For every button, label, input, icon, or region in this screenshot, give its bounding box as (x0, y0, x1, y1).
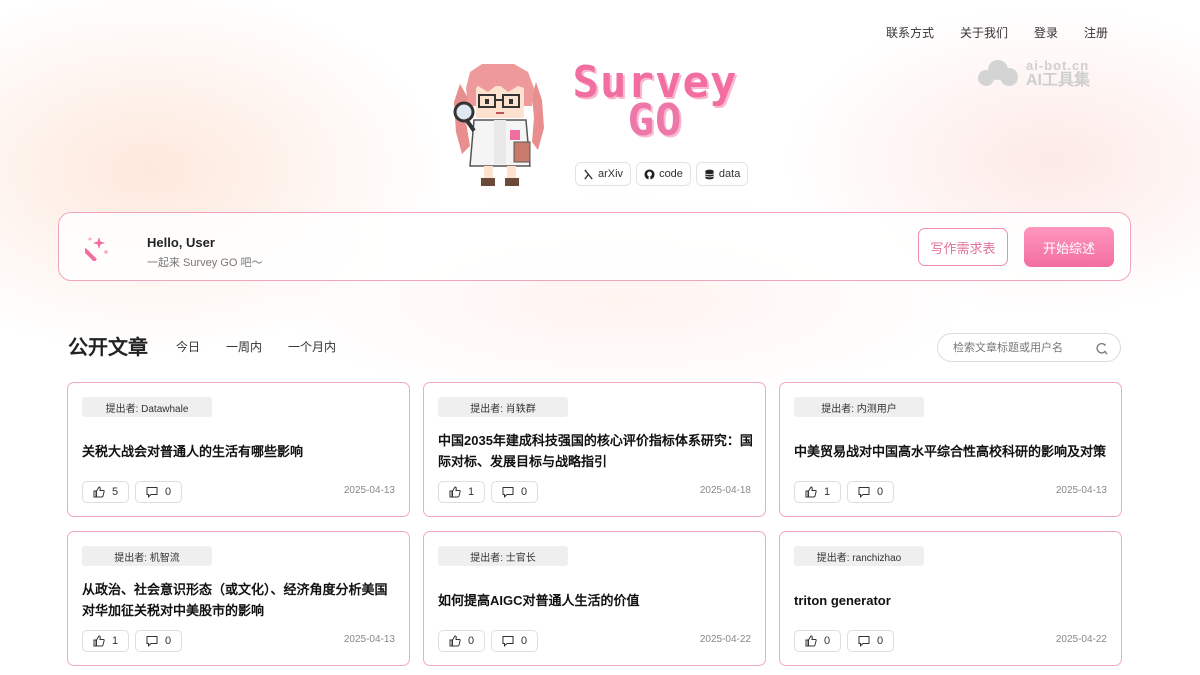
comment-button[interactable]: 0 (135, 630, 183, 652)
thumbs-up-icon (93, 635, 105, 647)
author-tag: 提出者: 内测用户 (794, 397, 924, 417)
writing-form-button[interactable]: 写作需求表 (918, 228, 1008, 266)
search-box (937, 333, 1121, 362)
page: 联系方式 关于我们 登录 注册 ai-bot.cn AI工具集 Survey G… (0, 0, 1200, 675)
article-date: 2025-04-22 (699, 634, 751, 645)
greeting-subtitle: 一起来 Survey GO 吧～ (147, 257, 263, 269)
article-card[interactable]: 提出者: 机智流 从政治、社会意识形态（或文化）、经济角度分析美国对华加征关税对… (67, 531, 410, 666)
like-count: 5 (112, 486, 119, 498)
watermark-cloud-icon (976, 58, 1020, 88)
author-tag: 提出者: 肖轶群 (438, 397, 568, 417)
article-date: 2025-04-13 (343, 634, 395, 645)
thumbs-up-icon (93, 486, 105, 498)
github-icon (644, 168, 655, 180)
start-survey-button[interactable]: 开始综述 (1024, 227, 1114, 267)
like-count: 0 (468, 635, 475, 647)
like-count: 0 (824, 635, 831, 647)
greeting-card: Hello, User 一起来 Survey GO 吧～ 写作需求表 开始综述 (58, 212, 1131, 281)
article-title: 中美贸易战对中国高水平综合性高校科研的影响及对策 (794, 443, 1107, 459)
nav-about-link[interactable]: 关于我们 (960, 24, 1008, 41)
comment-icon (146, 636, 158, 647)
like-count: 1 (468, 486, 475, 498)
code-link[interactable]: code (636, 162, 691, 186)
like-button[interactable]: 1 (438, 481, 486, 503)
comment-icon (858, 487, 870, 498)
code-link-label: code (659, 168, 683, 180)
comment-count: 0 (877, 486, 884, 498)
section-title: 公开文章 (68, 337, 148, 359)
thumbs-up-icon (449, 635, 461, 647)
thumbs-up-icon (805, 635, 817, 647)
article-title: 关税大战会对普通人的生活有哪些影响 (82, 443, 304, 459)
author-tag: 提出者: 士官长 (438, 546, 568, 566)
article-title: triton generator (794, 592, 891, 608)
comment-icon (502, 636, 514, 647)
article-card[interactable]: 提出者: Datawhale 关税大战会对普通人的生活有哪些影响 5 0 202… (67, 382, 410, 517)
search-icon[interactable] (1095, 342, 1108, 355)
comment-button[interactable]: 0 (847, 630, 895, 652)
comment-icon (858, 636, 870, 647)
article-date: 2025-04-13 (343, 485, 395, 496)
filter-week[interactable]: 一周内 (226, 338, 262, 355)
like-button[interactable]: 5 (82, 481, 130, 503)
top-nav: 联系方式 关于我们 登录 注册 (886, 24, 1108, 41)
filter-month[interactable]: 一个月内 (288, 338, 336, 355)
comment-count: 0 (877, 635, 884, 647)
data-link[interactable]: data (695, 162, 749, 186)
author-tag: 提出者: 机智流 (82, 546, 212, 566)
greeting-title: Hello, User (147, 235, 215, 250)
article-card[interactable]: 提出者: 肖轶群 中国2035年建成科技强国的核心评价指标体系研究：国际对标、发… (423, 382, 766, 517)
nav-register-link[interactable]: 注册 (1084, 24, 1108, 41)
article-card[interactable]: 提出者: 内测用户 中美贸易战对中国高水平综合性高校科研的影响及对策 1 0 2… (779, 382, 1122, 517)
article-title: 如何提高AIGC对普通人生活的价值 (438, 592, 640, 608)
comment-count: 0 (521, 486, 528, 498)
nav-contact-link[interactable]: 联系方式 (886, 24, 934, 41)
arxiv-icon (584, 168, 593, 180)
comment-icon (502, 487, 514, 498)
nav-login-link[interactable]: 登录 (1034, 24, 1058, 41)
article-card[interactable]: 提出者: ranchizhao triton generator 0 0 202… (779, 531, 1122, 666)
like-button[interactable]: 0 (794, 630, 842, 652)
filter-today[interactable]: 今日 (176, 338, 200, 355)
like-count: 1 (112, 635, 119, 647)
thumbs-up-icon (805, 486, 817, 498)
like-button[interactable]: 0 (438, 630, 486, 652)
comment-count: 0 (165, 486, 172, 498)
comment-count: 0 (165, 635, 172, 647)
comment-button[interactable]: 0 (847, 481, 895, 503)
comment-button[interactable]: 0 (491, 481, 539, 503)
comment-button[interactable]: 0 (491, 630, 539, 652)
time-filter-tabs: 今日 一周内 一个月内 (176, 338, 336, 355)
like-button[interactable]: 1 (794, 481, 842, 503)
watermark-logo: ai-bot.cn AI工具集 (976, 58, 1091, 89)
search-input[interactable] (953, 340, 1093, 356)
like-count: 1 (824, 486, 831, 498)
mascot-illustration (453, 64, 544, 186)
resource-links: arXiv code data (575, 162, 749, 186)
watermark-name: AI工具集 (1026, 72, 1091, 89)
data-link-label: data (718, 168, 741, 180)
article-title: 中国2035年建成科技强国的核心评价指标体系研究：国际对标、发展目标与战略指引 (438, 433, 753, 469)
watermark-domain: ai-bot.cn (1026, 58, 1090, 73)
comment-button[interactable]: 0 (135, 481, 183, 503)
author-tag: 提出者: ranchizhao (794, 546, 924, 566)
comment-icon (146, 487, 158, 498)
database-icon (705, 169, 714, 179)
brand-logo: Survey GO (572, 61, 738, 144)
magic-wand-icon (85, 237, 108, 261)
arxiv-link-label: arXiv (598, 168, 624, 180)
author-tag: 提出者: Datawhale (82, 397, 212, 417)
article-title: 从政治、社会意识形态（或文化）、经济角度分析美国对华加征关税对中美股市的影响 (82, 582, 388, 618)
thumbs-up-icon (449, 486, 461, 498)
article-date: 2025-04-13 (1055, 485, 1107, 496)
comment-count: 0 (521, 635, 528, 647)
like-button[interactable]: 1 (82, 630, 130, 652)
arxiv-link[interactable]: arXiv (575, 162, 632, 186)
article-grid: 提出者: Datawhale 关税大战会对普通人的生活有哪些影响 5 0 202… (67, 382, 1122, 666)
article-card[interactable]: 提出者: 士官长 如何提高AIGC对普通人生活的价值 0 0 2025-04-2… (423, 531, 766, 666)
article-date: 2025-04-18 (699, 485, 751, 496)
article-date: 2025-04-22 (1055, 634, 1107, 645)
